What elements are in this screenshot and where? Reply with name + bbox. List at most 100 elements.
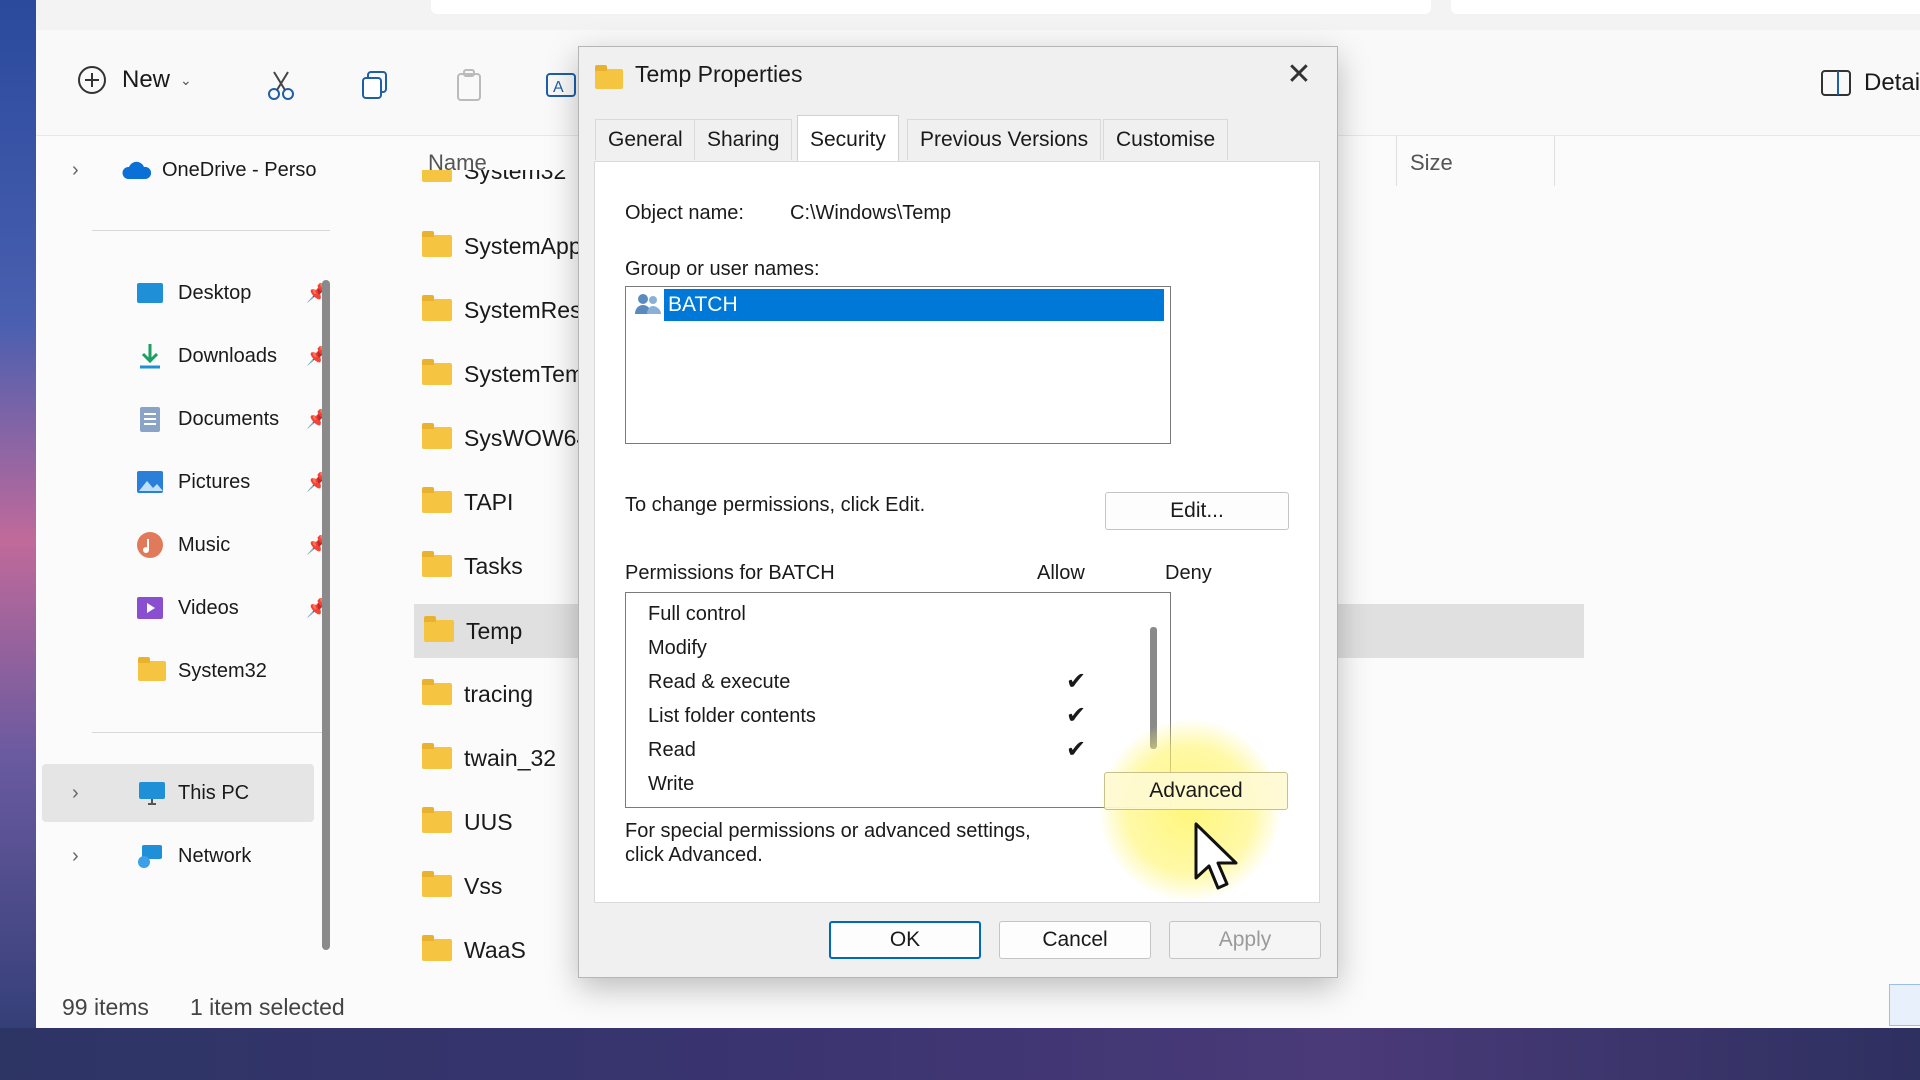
- nav-item-videos[interactable]: Videos 📌: [56, 579, 328, 637]
- permission-name: Read & execute: [648, 671, 791, 693]
- document-icon: [140, 407, 160, 432]
- nav-label: Videos: [178, 596, 239, 619]
- nav-item-music[interactable]: Music 📌: [56, 516, 328, 574]
- ok-button[interactable]: OK: [829, 921, 981, 959]
- computer-icon: [139, 782, 165, 805]
- nav-divider: [92, 732, 330, 733]
- tab-customise[interactable]: Customise: [1103, 119, 1229, 160]
- advanced-button[interactable]: Advanced: [1104, 772, 1288, 810]
- file-name: TAPI: [464, 488, 514, 515]
- edit-button[interactable]: Edit...: [1105, 492, 1289, 530]
- user-list-item-selected[interactable]: BATCH: [664, 289, 1164, 321]
- file-name: Vss: [464, 872, 503, 899]
- file-name: Tasks: [464, 552, 523, 579]
- nav-label-this-pc: This PC: [178, 781, 250, 804]
- folder-icon: [422, 743, 452, 769]
- folder-icon: [422, 551, 452, 577]
- new-button[interactable]: New ⌄: [76, 64, 192, 96]
- chevron-right-icon[interactable]: ›: [72, 159, 79, 182]
- folder-icon: [422, 231, 452, 257]
- allow-check-icon: ✔: [1066, 668, 1087, 695]
- permission-name: Write: [648, 773, 695, 795]
- chevron-down-icon: ⌄: [180, 71, 192, 88]
- nav-scrollbar[interactable]: [322, 280, 330, 950]
- file-name: Temp: [466, 617, 523, 644]
- file-name: System32: [464, 170, 567, 184]
- close-icon[interactable]: ✕: [1279, 57, 1319, 92]
- nav-item-network[interactable]: › Network: [56, 827, 326, 885]
- item-count: 99 items: [62, 994, 149, 1020]
- tab-security[interactable]: Security: [797, 115, 899, 164]
- object-name-value: C:\Windows\Temp: [790, 202, 952, 224]
- nav-item-pictures[interactable]: Pictures 📌: [56, 453, 328, 511]
- advanced-hint-line2: click Advanced.: [625, 844, 763, 866]
- nav-label: Pictures: [178, 470, 251, 493]
- folder-icon: [422, 935, 452, 961]
- new-label: New: [122, 66, 171, 93]
- chevron-right-icon[interactable]: ›: [72, 845, 79, 868]
- nav-item-documents[interactable]: Documents 📌: [56, 390, 328, 448]
- copy-icon[interactable]: [358, 68, 392, 102]
- folder-icon: [422, 423, 452, 449]
- nav-item-system32[interactable]: System32: [56, 642, 326, 700]
- tab-general[interactable]: General: [595, 119, 696, 160]
- pictures-icon: [137, 471, 163, 493]
- folder-icon: [422, 807, 452, 833]
- nav-item-downloads[interactable]: Downloads 📌: [56, 327, 328, 385]
- user-list[interactable]: BATCH: [625, 286, 1171, 444]
- details-view-button[interactable]: [1889, 984, 1920, 1026]
- music-icon: [137, 532, 163, 558]
- details-button[interactable]: Detai: [1820, 68, 1920, 98]
- dialog-title: Temp Properties: [635, 61, 803, 87]
- file-name: UUS: [464, 808, 513, 835]
- nav-label: Documents: [178, 407, 280, 430]
- desktop-icon: [137, 283, 163, 303]
- folder-icon: [595, 65, 623, 89]
- details-pane-icon: [1821, 70, 1851, 96]
- search-box[interactable]: [1451, 0, 1920, 14]
- folder-icon: [422, 871, 452, 897]
- folder-icon: [422, 295, 452, 321]
- folder-icon: [422, 679, 452, 705]
- videos-icon: [137, 597, 163, 619]
- cancel-button[interactable]: Cancel: [999, 921, 1151, 959]
- object-name-label: Object name:: [625, 202, 744, 224]
- navigation-pane: › OneDrive - Perso Desktop 📌 Downloads 📌…: [36, 136, 330, 986]
- permission-name: Read: [648, 739, 696, 761]
- address-bar-area: [36, 0, 1920, 31]
- cut-icon[interactable]: [264, 68, 298, 102]
- chevron-right-icon[interactable]: ›: [72, 782, 79, 805]
- nav-label: System32: [178, 659, 267, 682]
- apply-button[interactable]: Apply: [1169, 921, 1321, 959]
- tab-sharing[interactable]: Sharing: [694, 119, 793, 160]
- network-icon: [138, 845, 162, 868]
- paste-icon[interactable]: [452, 68, 486, 102]
- permissions-list: Full control Modify Read & execute ✔ Lis…: [625, 592, 1171, 808]
- download-arrow-icon: [140, 344, 160, 369]
- desktop-wallpaper-left: [0, 0, 36, 1080]
- svg-text:A: A: [553, 79, 564, 96]
- address-bar[interactable]: [431, 0, 1431, 14]
- rename-icon[interactable]: A: [544, 68, 578, 102]
- folder-icon: [138, 657, 166, 681]
- selection-count: 1 item selected: [190, 994, 345, 1020]
- mouse-pointer-icon: [1194, 822, 1238, 890]
- users-icon: [635, 294, 661, 314]
- file-name: WaaS: [464, 936, 526, 963]
- nav-divider: [92, 230, 330, 231]
- nav-item-this-pc[interactable]: › This PC: [42, 764, 314, 822]
- permission-name: Modify: [648, 637, 707, 659]
- file-name: twain_32: [464, 744, 557, 771]
- nav-item-onedrive[interactable]: › OneDrive - Perso: [56, 141, 326, 199]
- folder-icon: [422, 487, 452, 513]
- permission-name: List folder contents: [648, 705, 816, 727]
- allow-check-icon: ✔: [1066, 702, 1087, 729]
- details-label: Detai: [1864, 69, 1920, 96]
- file-name: SysWOW64: [464, 424, 590, 451]
- desktop-wallpaper-bottom: [0, 1028, 1920, 1080]
- nav-label-network: Network: [178, 844, 252, 867]
- tab-previous-versions[interactable]: Previous Versions: [907, 119, 1102, 160]
- allow-header: Allow: [1037, 562, 1085, 584]
- folder-icon: [424, 616, 454, 642]
- nav-item-desktop[interactable]: Desktop 📌: [56, 264, 328, 322]
